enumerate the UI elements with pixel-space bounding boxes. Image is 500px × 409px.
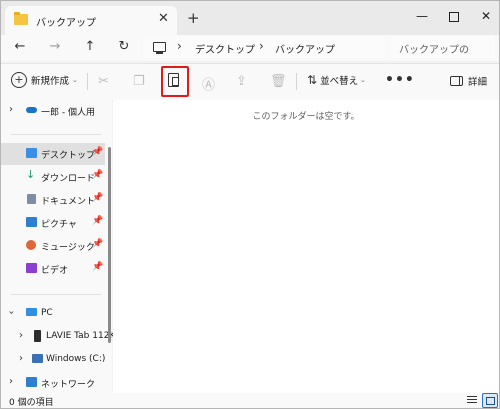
share-icon[interactable]: ⇪ (236, 74, 247, 89)
copy-icon[interactable]: ❐ (133, 74, 145, 89)
nav-item-network[interactable]: › ネットワーク (1, 372, 105, 394)
search-placeholder: バックアップの (399, 45, 469, 56)
nav-label-windows-c: Windows (C:) (46, 354, 106, 364)
tab-close-icon[interactable]: ✕ (158, 11, 169, 26)
pin-icon[interactable]: 📌 (92, 239, 103, 249)
nav-item-videos[interactable]: ビデオ 📌 (1, 258, 105, 280)
chevron-right-icon[interactable]: › (19, 353, 23, 364)
pin-icon[interactable]: 📌 (92, 216, 103, 226)
cloud-icon (26, 107, 37, 113)
address-row: ← → ↑ ↻ › デスクトップ › バックアップ バックアップの (1, 35, 499, 61)
pin-icon[interactable]: 📌 (92, 147, 103, 157)
more-options-button[interactable]: ••• (385, 72, 415, 88)
pin-icon[interactable]: 📌 (92, 262, 103, 272)
video-icon (26, 263, 37, 273)
chevron-down-icon[interactable]: › (6, 311, 17, 315)
nav-item-pc[interactable]: › PC (1, 303, 105, 325)
chevron-down-icon: ⌄ (72, 76, 78, 84)
nav-item-documents[interactable]: ドキュメント 📌 (1, 189, 105, 211)
chevron-right-icon[interactable]: › (9, 376, 13, 387)
nav-divider (11, 134, 101, 135)
rename-icon[interactable]: Ⓐ (202, 74, 215, 93)
folder-icon (14, 12, 28, 25)
document-icon (27, 194, 36, 204)
item-count: 0 個の項目 (9, 398, 54, 408)
nav-item-music[interactable]: ミュージック 📌 (1, 235, 105, 257)
nav-label-downloads: ダウンロード (41, 174, 96, 184)
divider (87, 73, 88, 90)
download-icon: ↓ (26, 168, 36, 181)
pin-icon[interactable]: 📌 (92, 170, 103, 180)
nav-item-onedrive[interactable]: › 一郎 - 個人用 (1, 100, 105, 122)
paste-icon[interactable] (168, 73, 179, 87)
nav-item-lavie[interactable]: › LAVIE Tab 112K (1, 326, 115, 348)
new-label: 新規作成 (31, 76, 70, 87)
cut-icon[interactable]: ✂ (98, 74, 109, 89)
new-tab-button[interactable]: + (187, 9, 200, 27)
nav-label-network: ネットワーク (41, 380, 96, 390)
tab-title: バックアップ (36, 18, 96, 29)
drive-icon (32, 354, 43, 363)
tab-backup[interactable]: バックアップ ✕ (5, 6, 177, 35)
refresh-button[interactable]: ↻ (115, 39, 133, 54)
close-window-button[interactable]: ✕ (467, 3, 499, 29)
nav-label-videos: ビデオ (41, 266, 69, 276)
network-icon (26, 377, 37, 387)
back-button[interactable]: ← (11, 39, 29, 54)
up-button[interactable]: ↑ (81, 39, 99, 54)
nav-label-pictures: ピクチャ (41, 220, 77, 230)
maximize-icon (449, 11, 459, 22)
search-input[interactable]: バックアップの (391, 36, 495, 58)
breadcrumb-separator[interactable]: › (177, 39, 182, 53)
empty-folder-message: このフォルダーは空です。 (252, 112, 360, 122)
forward-button[interactable]: → (46, 39, 64, 54)
sort-label: 並べ替え (320, 76, 359, 87)
plus-icon: + (11, 72, 27, 88)
nav-item-downloads[interactable]: ↓ ダウンロード 📌 (1, 166, 105, 188)
chevron-right-icon[interactable]: › (19, 330, 23, 341)
explorer-window: バックアップ ✕ + — ✕ ← → ↑ ↻ › デスクトップ › バックアップ… (0, 0, 500, 409)
delete-icon[interactable]: 🗑 (270, 74, 287, 89)
details-pane-button[interactable]: 詳細 (450, 74, 487, 88)
picture-icon (26, 217, 37, 227)
nav-label-desktop: デスクトップ (41, 151, 96, 161)
divider (296, 73, 297, 90)
command-bar: + 新規作成 ⌄ ✂ ❐ Ⓐ ⇪ 🗑 ⇅ 並べ替え ⌄ ••• 詳細 (1, 63, 499, 101)
tablet-icon (34, 330, 41, 342)
breadcrumb[interactable]: › デスクトップ › バックアップ (143, 36, 385, 58)
music-icon (26, 240, 36, 250)
nav-item-pictures[interactable]: ピクチャ 📌 (1, 212, 105, 234)
tiles-view-button[interactable] (482, 393, 498, 408)
status-bar: 0 個の項目 (1, 393, 499, 408)
nav-label-music: ミュージック (41, 243, 95, 253)
breadcrumb-desktop[interactable]: デスクトップ (195, 41, 255, 56)
nav-item-desktop[interactable]: デスクトップ 📌 (1, 143, 105, 165)
monitor-icon (153, 42, 166, 54)
details-pane-icon (450, 76, 463, 86)
sort-button[interactable]: ⇅ 並べ替え ⌄ (307, 73, 366, 87)
desktop-icon (26, 148, 37, 158)
nav-divider (11, 294, 101, 295)
sort-icon: ⇅ (307, 73, 318, 87)
pin-icon[interactable]: 📌 (92, 193, 103, 203)
breadcrumb-separator[interactable]: › (259, 39, 264, 53)
nav-label-documents: ドキュメント (41, 197, 96, 207)
new-button[interactable]: + 新規作成 ⌄ (11, 72, 78, 88)
nav-scrollbar[interactable] (108, 147, 111, 343)
tab-bar: バックアップ ✕ + — ✕ (1, 1, 499, 35)
navigation-pane: › 一郎 - 個人用 デスクトップ 📌 ↓ ダウンロード 📌 ドキュメント 📌 … (1, 100, 115, 394)
nav-item-windows-c[interactable]: › Windows (C:) (1, 349, 105, 371)
nav-label-onedrive: 一郎 - 個人用 (41, 108, 95, 118)
chevron-down-icon: ⌄ (360, 76, 366, 84)
pc-icon (26, 308, 37, 316)
details-label: 詳細 (468, 77, 488, 88)
breadcrumb-backup[interactable]: バックアップ (275, 41, 335, 56)
file-list-area[interactable]: このフォルダーは空です。 (113, 100, 499, 393)
nav-label-pc: PC (41, 308, 53, 318)
nav-label-lavie: LAVIE Tab 112K (46, 331, 116, 341)
chevron-right-icon[interactable]: › (9, 104, 13, 115)
details-view-button[interactable] (467, 396, 477, 404)
